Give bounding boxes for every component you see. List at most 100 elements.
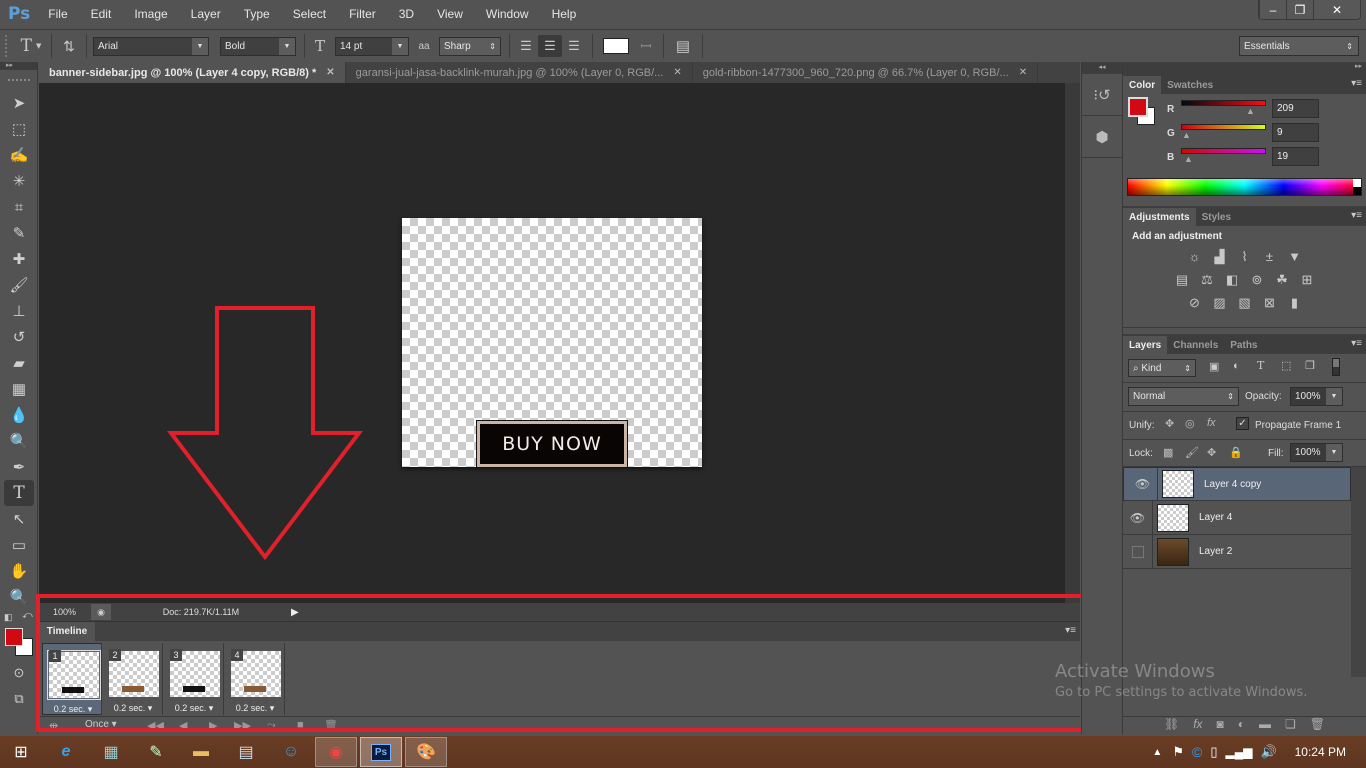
unify-visibility-icon[interactable]: ◎ (1185, 417, 1195, 430)
battery-icon[interactable]: ▯ (1210, 744, 1217, 760)
foreground-color-swatch[interactable] (5, 628, 23, 646)
paint-icon[interactable]: 🎨 (405, 737, 447, 767)
show-hidden-icons[interactable]: ▲ (1152, 747, 1162, 758)
green-slider-handle[interactable]: ▲ (1182, 130, 1191, 140)
blue-value[interactable]: 19 (1272, 147, 1319, 166)
menu-select[interactable]: Select (293, 7, 326, 21)
add-mask-icon[interactable]: ◙ (1217, 717, 1224, 734)
file-explorer-icon[interactable]: ▬ (180, 737, 222, 767)
selective-color-icon[interactable]: ⊠ (1260, 294, 1279, 311)
gradient-map-icon[interactable]: ▮ (1285, 294, 1304, 311)
tab-color[interactable]: Color (1123, 76, 1162, 94)
close-button[interactable]: ✕ (1313, 0, 1360, 19)
tab-styles[interactable]: Styles (1196, 208, 1237, 226)
delete-layer-icon[interactable]: 🗑 (1310, 717, 1325, 734)
layer-style-icon[interactable]: fx (1193, 717, 1202, 734)
restore-button[interactable]: ❐ (1286, 0, 1313, 19)
menu-type[interactable]: Type (244, 7, 270, 21)
layer-filter-select[interactable]: ⌕ Kind ⇕ (1128, 359, 1196, 377)
volume-icon[interactable]: 🔊 (1260, 744, 1276, 760)
blend-mode-select[interactable]: Normal ⇕ (1128, 387, 1239, 406)
tool-preset-picker[interactable]: T ▼ (11, 36, 51, 56)
menu-help[interactable]: Help (552, 7, 577, 21)
default-colors-icon[interactable]: ◧ (4, 612, 13, 623)
calculator-icon[interactable]: ▦ (90, 737, 132, 767)
tab-garansi[interactable]: garansi-jual-jasa-backlink-murah.jpg @ 1… (346, 62, 693, 83)
layers-scrollbar[interactable] (1351, 467, 1366, 677)
brush-tool-icon[interactable]: 🖌 (0, 272, 38, 298)
eyedropper-tool-icon[interactable]: ✎ (0, 220, 38, 246)
black-white-icon[interactable]: ◧ (1223, 271, 1242, 288)
filter-type-icon[interactable]: T (1257, 359, 1264, 372)
blue-slider[interactable] (1181, 148, 1266, 154)
menu-image[interactable]: Image (134, 7, 167, 21)
messenger-icon[interactable]: ☺ (270, 737, 312, 767)
filter-pixel-icon[interactable]: ▣ (1209, 360, 1219, 373)
menu-layer[interactable]: Layer (191, 7, 221, 21)
lock-all-icon[interactable]: 🔒 (1229, 446, 1243, 459)
zoom-tool-icon[interactable]: 🔍 (0, 584, 38, 610)
menu-file[interactable]: File (48, 7, 67, 21)
menu-edit[interactable]: Edit (91, 7, 112, 21)
tab-layers[interactable]: Layers (1123, 336, 1168, 354)
new-group-icon[interactable]: ▬ (1259, 717, 1271, 734)
threshold-icon[interactable]: ▧ (1235, 294, 1254, 311)
opacity-input[interactable]: 100% ▼ (1290, 387, 1343, 406)
notepad-plus-icon[interactable]: ✎ (135, 737, 177, 767)
screen-mode-icon[interactable]: ⧉ (0, 686, 38, 712)
notepad-icon[interactable]: ▤ (225, 737, 267, 767)
invert-icon[interactable]: ⊘ (1185, 294, 1204, 311)
collapse-panels-icon[interactable]: ◂◂ (1082, 62, 1122, 74)
filter-smart-object-icon[interactable]: ❐ (1305, 359, 1315, 372)
color-balance-icon[interactable]: ⚖ (1198, 271, 1217, 288)
red-slider-handle[interactable]: ▲ (1246, 106, 1255, 116)
color-spectrum-bar[interactable] (1127, 178, 1362, 196)
new-adjustment-icon[interactable]: ◐ (1238, 717, 1245, 734)
menu-window[interactable]: Window (486, 7, 529, 21)
tray-app-icon[interactable]: © (1192, 744, 1202, 760)
close-icon[interactable]: ✕ (1019, 67, 1027, 78)
menu-filter[interactable]: Filter (349, 7, 376, 21)
tab-swatches[interactable]: Swatches (1161, 76, 1219, 94)
close-icon[interactable]: ✕ (673, 67, 681, 78)
photoshop-taskbar-icon[interactable]: Ps (360, 737, 402, 767)
eye-icon[interactable]: 👁 (1123, 500, 1153, 535)
rectangle-tool-icon[interactable]: ▭ (0, 532, 38, 558)
filter-adjustment-icon[interactable]: ◐ (1233, 360, 1240, 372)
text-color-swatch[interactable] (603, 38, 629, 54)
layer-row[interactable]: 👁 Layer 4 (1123, 500, 1351, 535)
menu-view[interactable]: View (437, 7, 463, 21)
unify-position-icon[interactable]: ✥ (1165, 417, 1174, 430)
menu-3d[interactable]: 3D (399, 7, 414, 21)
lasso-tool-icon[interactable]: ✍ (0, 142, 38, 168)
red-value[interactable]: 209 (1272, 99, 1319, 118)
3d-panel-icon[interactable]: ⬢ (1082, 116, 1122, 158)
font-style-select[interactable]: Bold ▼ (220, 36, 296, 56)
hue-saturation-icon[interactable]: ▤ (1173, 271, 1192, 288)
gradient-tool-icon[interactable]: ▦ (0, 376, 38, 402)
layer-row[interactable]: 👁 Layer 4 copy (1123, 467, 1351, 501)
hand-tool-icon[interactable]: ✋ (0, 558, 38, 584)
history-brush-tool-icon[interactable]: ↺ (0, 324, 38, 350)
workspace-select[interactable]: Essentials ⇕ (1239, 36, 1359, 56)
text-orientation-icon[interactable]: ⇅ (52, 38, 86, 55)
align-left-button[interactable]: ☰ (514, 38, 538, 54)
clock[interactable]: 10:24 PM (1295, 745, 1346, 759)
blue-slider-handle[interactable]: ▲ (1184, 154, 1193, 164)
panel-menu-icon[interactable]: ▾≡ (1351, 78, 1362, 89)
blur-tool-icon[interactable]: 💧 (0, 402, 38, 428)
layer-row[interactable]: Layer 2 (1123, 534, 1351, 569)
path-selection-tool-icon[interactable]: ↖ (0, 506, 38, 532)
new-layer-icon[interactable]: ❏ (1285, 717, 1296, 734)
minimize-button[interactable]: – (1259, 0, 1286, 19)
start-button[interactable]: ⊞ (0, 737, 42, 767)
vibrance-icon[interactable]: ▼ (1285, 248, 1304, 265)
swap-colors-icon[interactable]: ⤺ (22, 610, 33, 621)
history-panel-icon[interactable]: ⁝↺ (1082, 74, 1122, 116)
channel-mixer-icon[interactable]: ☘ (1273, 271, 1292, 288)
crop-tool-icon[interactable]: ⌗ (0, 194, 38, 220)
magic-wand-tool-icon[interactable]: ✳ (0, 168, 38, 194)
eye-icon[interactable]: 👁 (1128, 467, 1158, 501)
align-center-button[interactable]: ☰ (538, 35, 562, 57)
eraser-tool-icon[interactable]: ▰ (0, 350, 38, 376)
